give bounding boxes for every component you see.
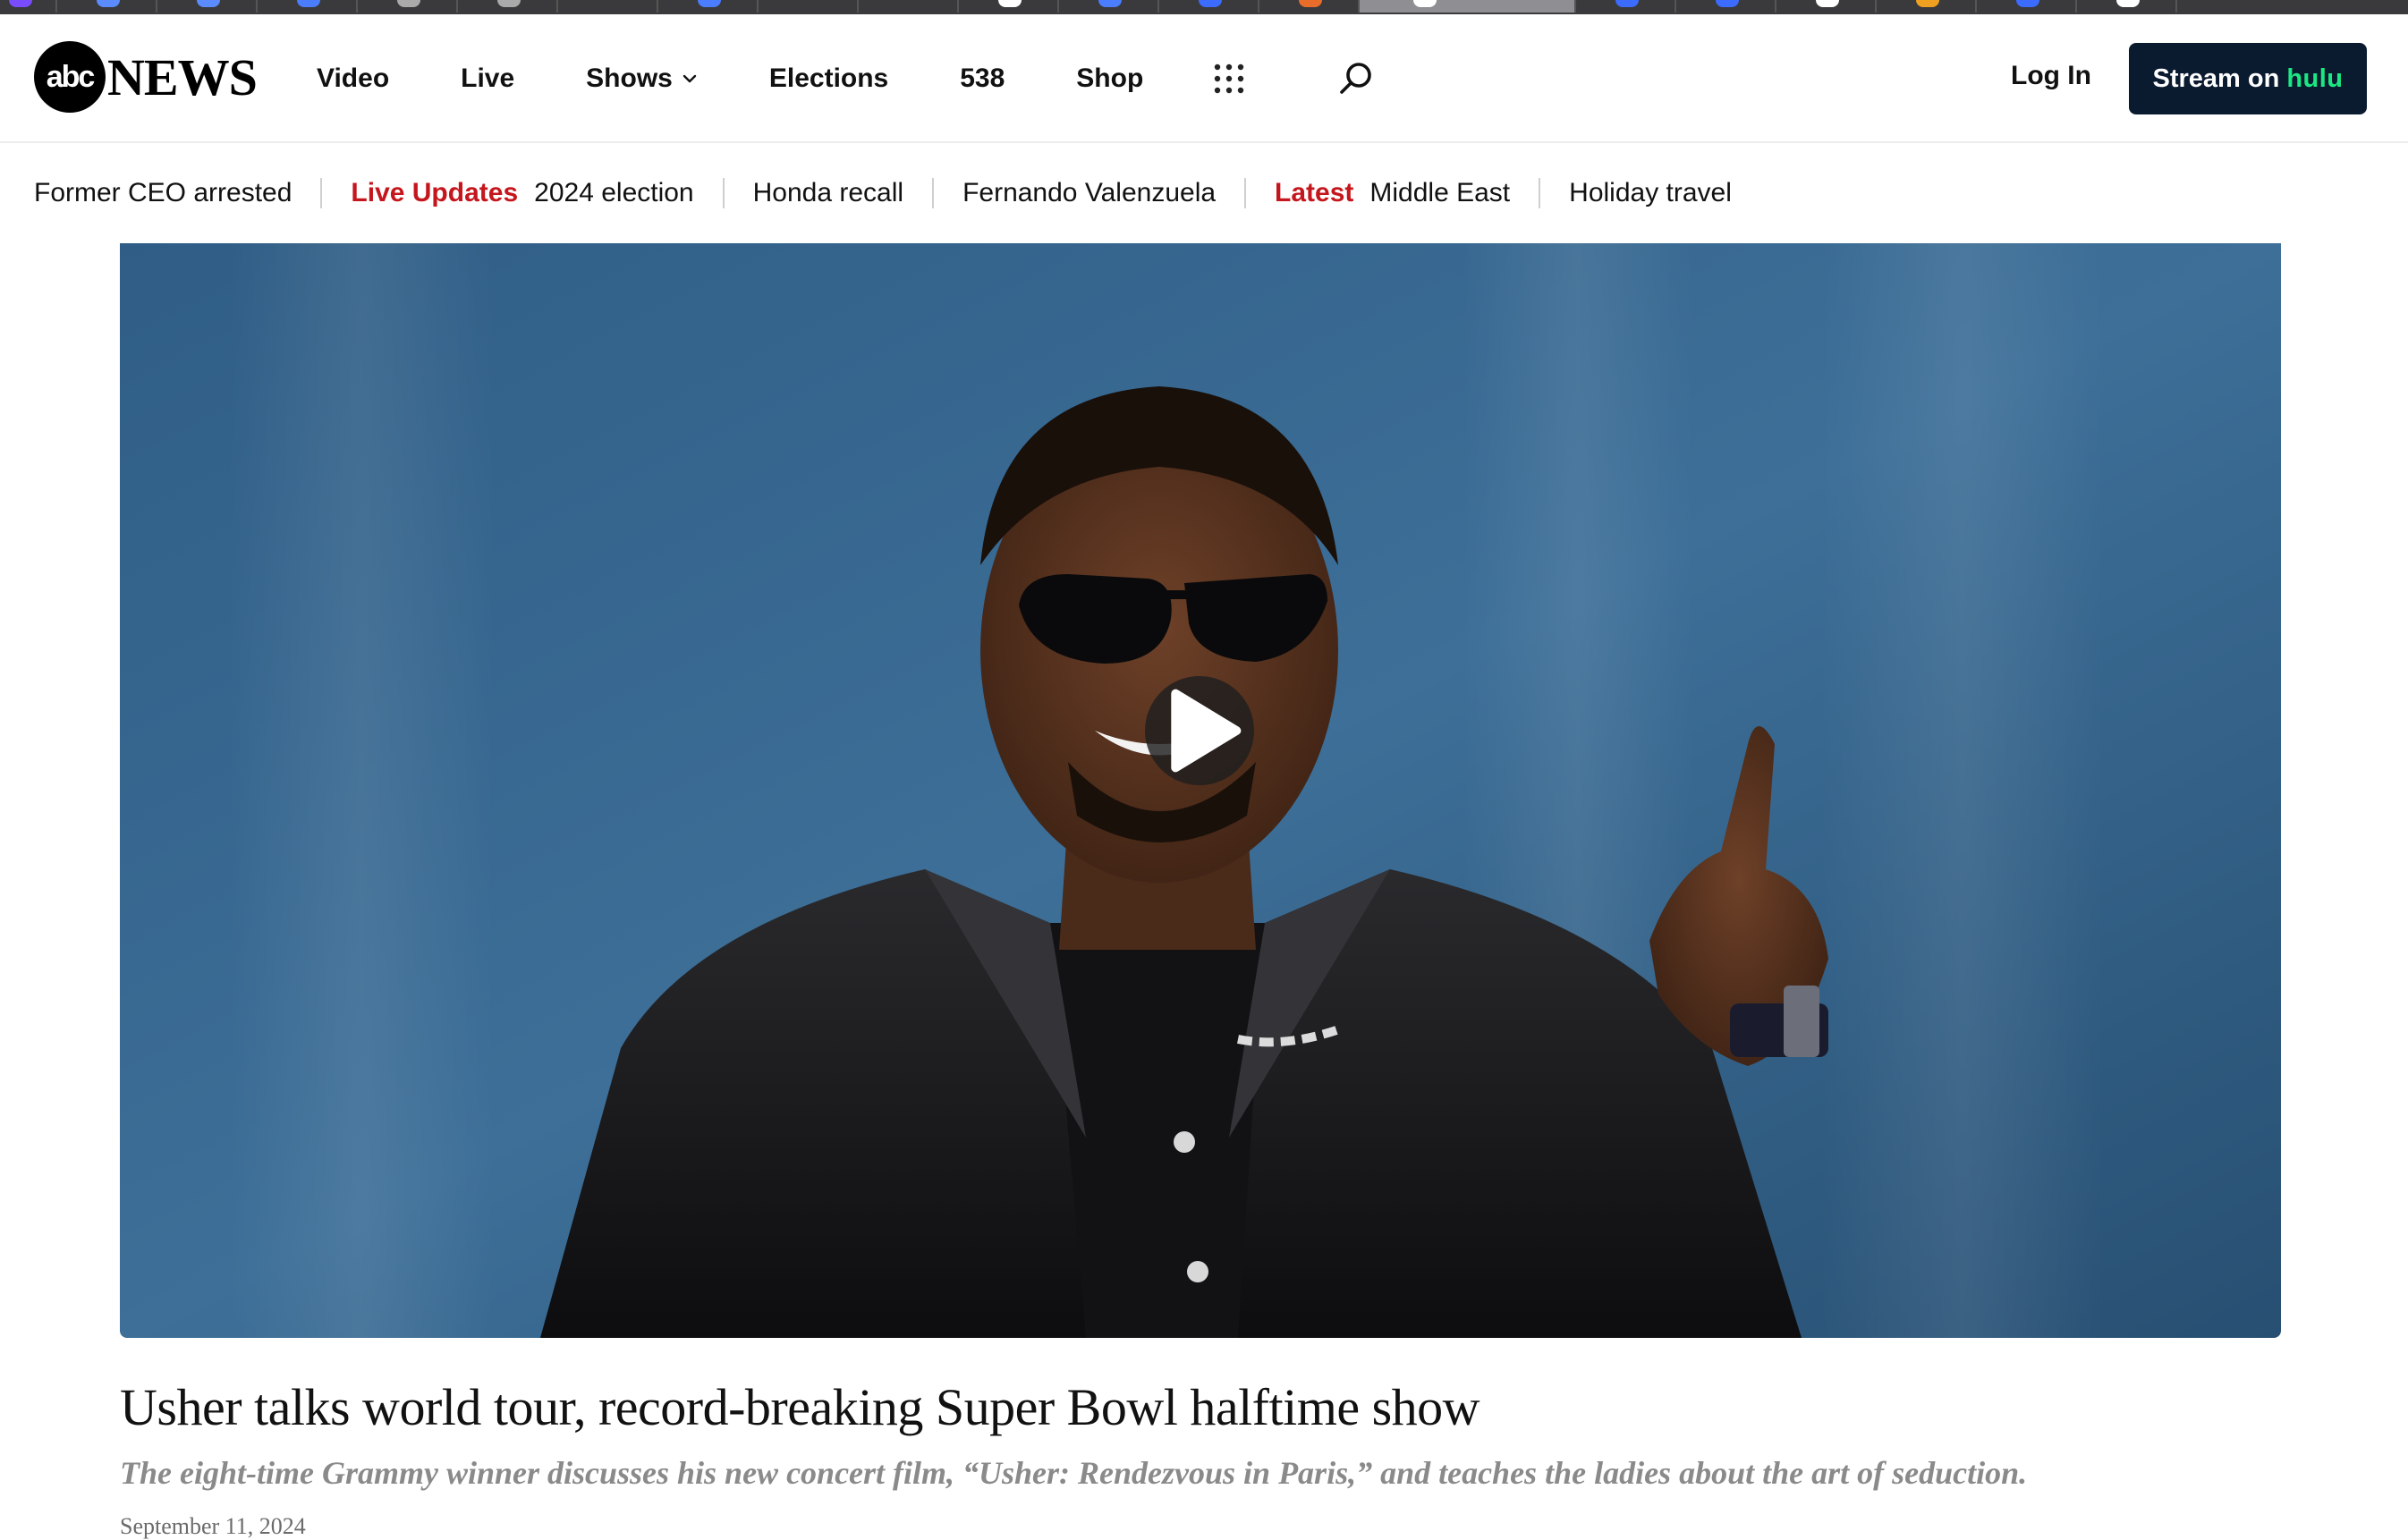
- trending-text: Former CEO arrested: [34, 178, 293, 207]
- browser-tab[interactable]: [458, 0, 558, 13]
- trending-item[interactable]: Former CEO arrested: [34, 178, 292, 208]
- divider: [932, 178, 935, 208]
- browser-tab[interactable]: [1977, 0, 2077, 13]
- play-icon: [1171, 689, 1242, 773]
- divider: [722, 178, 725, 208]
- grid-icon[interactable]: [1213, 63, 1245, 95]
- article-headline: Usher talks world tour, record-breaking …: [120, 1378, 1480, 1436]
- browser-tab[interactable]: [258, 0, 358, 13]
- nav-live-label: Live: [461, 63, 515, 93]
- trending-item[interactable]: Honda recall: [753, 178, 903, 208]
- hulu-wordmark: hulu: [2286, 63, 2344, 93]
- browser-tab[interactable]: [57, 0, 157, 13]
- news-wordmark: NEWS: [107, 47, 258, 106]
- browser-tab[interactable]: [859, 0, 959, 13]
- browser-tab[interactable]: [0, 0, 57, 13]
- trending-item[interactable]: Holiday travel: [1569, 178, 1732, 208]
- play-button[interactable]: [1145, 676, 1254, 785]
- video-thumbnail: [120, 243, 2281, 1338]
- stream-on-hulu-button[interactable]: Stream on hulu: [2129, 43, 2367, 114]
- browser-tab[interactable]: [658, 0, 759, 13]
- nav-shop-label: Shop: [1076, 63, 1144, 93]
- browser-tab[interactable]: [1776, 0, 1877, 13]
- trending-item[interactable]: Live Updates 2024 election: [351, 178, 693, 208]
- article-dek: The eight-time Grammy winner discusses h…: [120, 1455, 2028, 1491]
- trending-text: Middle East: [1369, 178, 1511, 207]
- nav-shows[interactable]: Shows: [586, 63, 698, 94]
- browser-tab[interactable]: [358, 0, 458, 13]
- browser-tab[interactable]: [959, 0, 1059, 13]
- nav-538-label: 538: [960, 63, 1005, 93]
- nav-video[interactable]: Video: [317, 63, 389, 94]
- live-updates-tag: Live Updates: [351, 178, 519, 207]
- trending-text: Honda recall: [752, 178, 904, 207]
- browser-tab[interactable]: [2077, 0, 2177, 13]
- article-date: September 11, 2024: [120, 1513, 306, 1539]
- chevron-down-icon: [683, 74, 697, 83]
- browser-tab[interactable]: [759, 0, 859, 13]
- browser-tab[interactable]: [1576, 0, 1676, 13]
- trending-item[interactable]: Latest Middle East: [1275, 178, 1510, 208]
- main-nav: Video Live Shows Elections 538 Shop: [317, 14, 1215, 143]
- trending-text: Fernando Valenzuela: [962, 178, 1217, 207]
- nav-video-label: Video: [317, 63, 390, 93]
- nav-elections-label: Elections: [768, 63, 889, 93]
- divider: [1539, 178, 1541, 208]
- login-link[interactable]: Log In: [2011, 61, 2091, 91]
- browser-tab[interactable]: [157, 0, 258, 13]
- latest-tag: Latest: [1275, 178, 1354, 207]
- trending-text: 2024 election: [534, 178, 694, 207]
- hero-video[interactable]: [120, 243, 2281, 1338]
- divider: [320, 178, 323, 208]
- nav-shop[interactable]: Shop: [1076, 63, 1143, 94]
- browser-tab-strip: [0, 0, 2408, 14]
- browser-tab-active[interactable]: [1360, 0, 1576, 13]
- trending-text: Holiday travel: [1569, 178, 1732, 207]
- abc-news-logo[interactable]: abc NEWS: [34, 41, 258, 113]
- browser-tab[interactable]: [1877, 0, 1977, 13]
- site-header: abc NEWS Video Live Shows Elections 538 …: [0, 14, 2408, 143]
- browser-tab[interactable]: [1059, 0, 1159, 13]
- nav-538[interactable]: 538: [960, 63, 1005, 94]
- trending-bar: Former CEO arrested Live Updates 2024 el…: [0, 143, 2408, 243]
- browser-tab[interactable]: [1676, 0, 1776, 13]
- stream-label: Stream on: [2152, 63, 2280, 93]
- search-icon[interactable]: [1336, 59, 1376, 98]
- divider: [1244, 178, 1247, 208]
- browser-tab[interactable]: [1259, 0, 1360, 13]
- browser-tab[interactable]: [1159, 0, 1259, 13]
- browser-tab[interactable]: [558, 0, 658, 13]
- nav-elections[interactable]: Elections: [769, 63, 888, 94]
- trending-item[interactable]: Fernando Valenzuela: [962, 178, 1216, 208]
- nav-shows-label: Shows: [586, 63, 673, 93]
- abc-logo-circle: abc: [34, 41, 106, 113]
- nav-live[interactable]: Live: [461, 63, 514, 94]
